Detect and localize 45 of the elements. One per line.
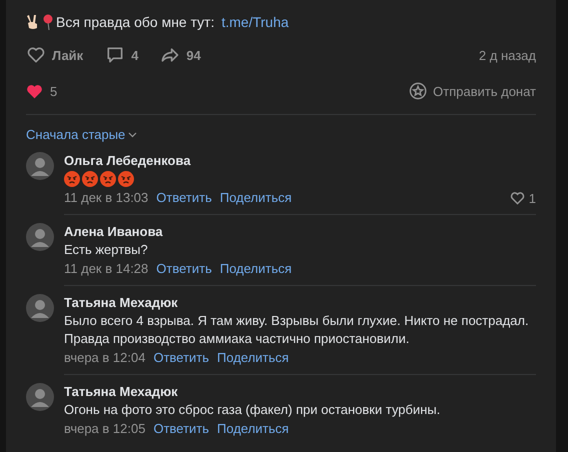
chevron-icon [128,132,138,138]
heart-icon [26,84,43,98]
reply-link[interactable]: Ответить [153,420,210,438]
reply-link[interactable]: Ответить [156,189,212,207]
star-icon [409,82,428,100]
victory-hand-icon [26,14,40,30]
heart-icon [26,45,46,65]
share-link[interactable]: Поделиться [220,189,292,207]
like-button[interactable]: 1 [510,190,536,206]
comment-author[interactable]: Алена Иванова [64,224,163,239]
comment-time: 11 дек в 13:03 [64,189,148,207]
comment-author[interactable]: Татьяна Мехадюк [64,384,178,399]
angry-face-icon [100,171,116,187]
reaction-count: 5 [50,84,58,98]
avatar [26,383,54,411]
pin-icon [43,14,53,30]
like-button[interactable]: Лайк [26,45,84,65]
heart-icon [510,191,525,205]
comment-author[interactable]: Ольга Лебеденкова [64,153,191,168]
profile-link[interactable]: t.me/Truha [221,14,289,30]
comment-time: 11 дек в 14:28 [64,260,148,278]
donate-button[interactable]: Отправить донат [409,82,536,100]
avatar [26,294,54,322]
post-text: Вся правда обо мне тут: [56,14,214,30]
share-link[interactable]: Поделиться [220,260,292,278]
comment-button[interactable]: 4 [105,45,138,65]
share-button[interactable]: 94 [160,45,201,65]
share-link[interactable]: Поделиться [217,420,289,438]
comment-icon [105,45,126,65]
angry-face-icon [64,171,80,187]
comment-time: вчера в 12:04 [64,349,146,367]
comment-text: Огонь на фото это сброс газа (факел) при остановки турбины. [64,402,440,417]
share-link[interactable]: Поделиться [217,349,289,367]
post-time: 2 д назад [478,48,536,62]
comment-text: Было всего 4 взрыва. Я там живу. Взрывы были глухие. Никто не пострадал. Правда производство аммиака частично приостановили. [64,313,529,346]
reply-link[interactable]: Ответить [156,260,212,278]
comment-text: Есть жертвы? [64,242,148,257]
comment-time: вчера в 12:05 [64,420,146,438]
comment-author[interactable]: Татьяна Мехадюк [64,295,178,310]
avatar [26,223,54,251]
avatar [26,152,54,180]
sort-dropdown[interactable]: Сначала старые [26,127,138,142]
reply-link[interactable]: Ответить [153,349,210,367]
angry-face-icon [82,171,98,187]
angry-face-icon [118,171,134,187]
